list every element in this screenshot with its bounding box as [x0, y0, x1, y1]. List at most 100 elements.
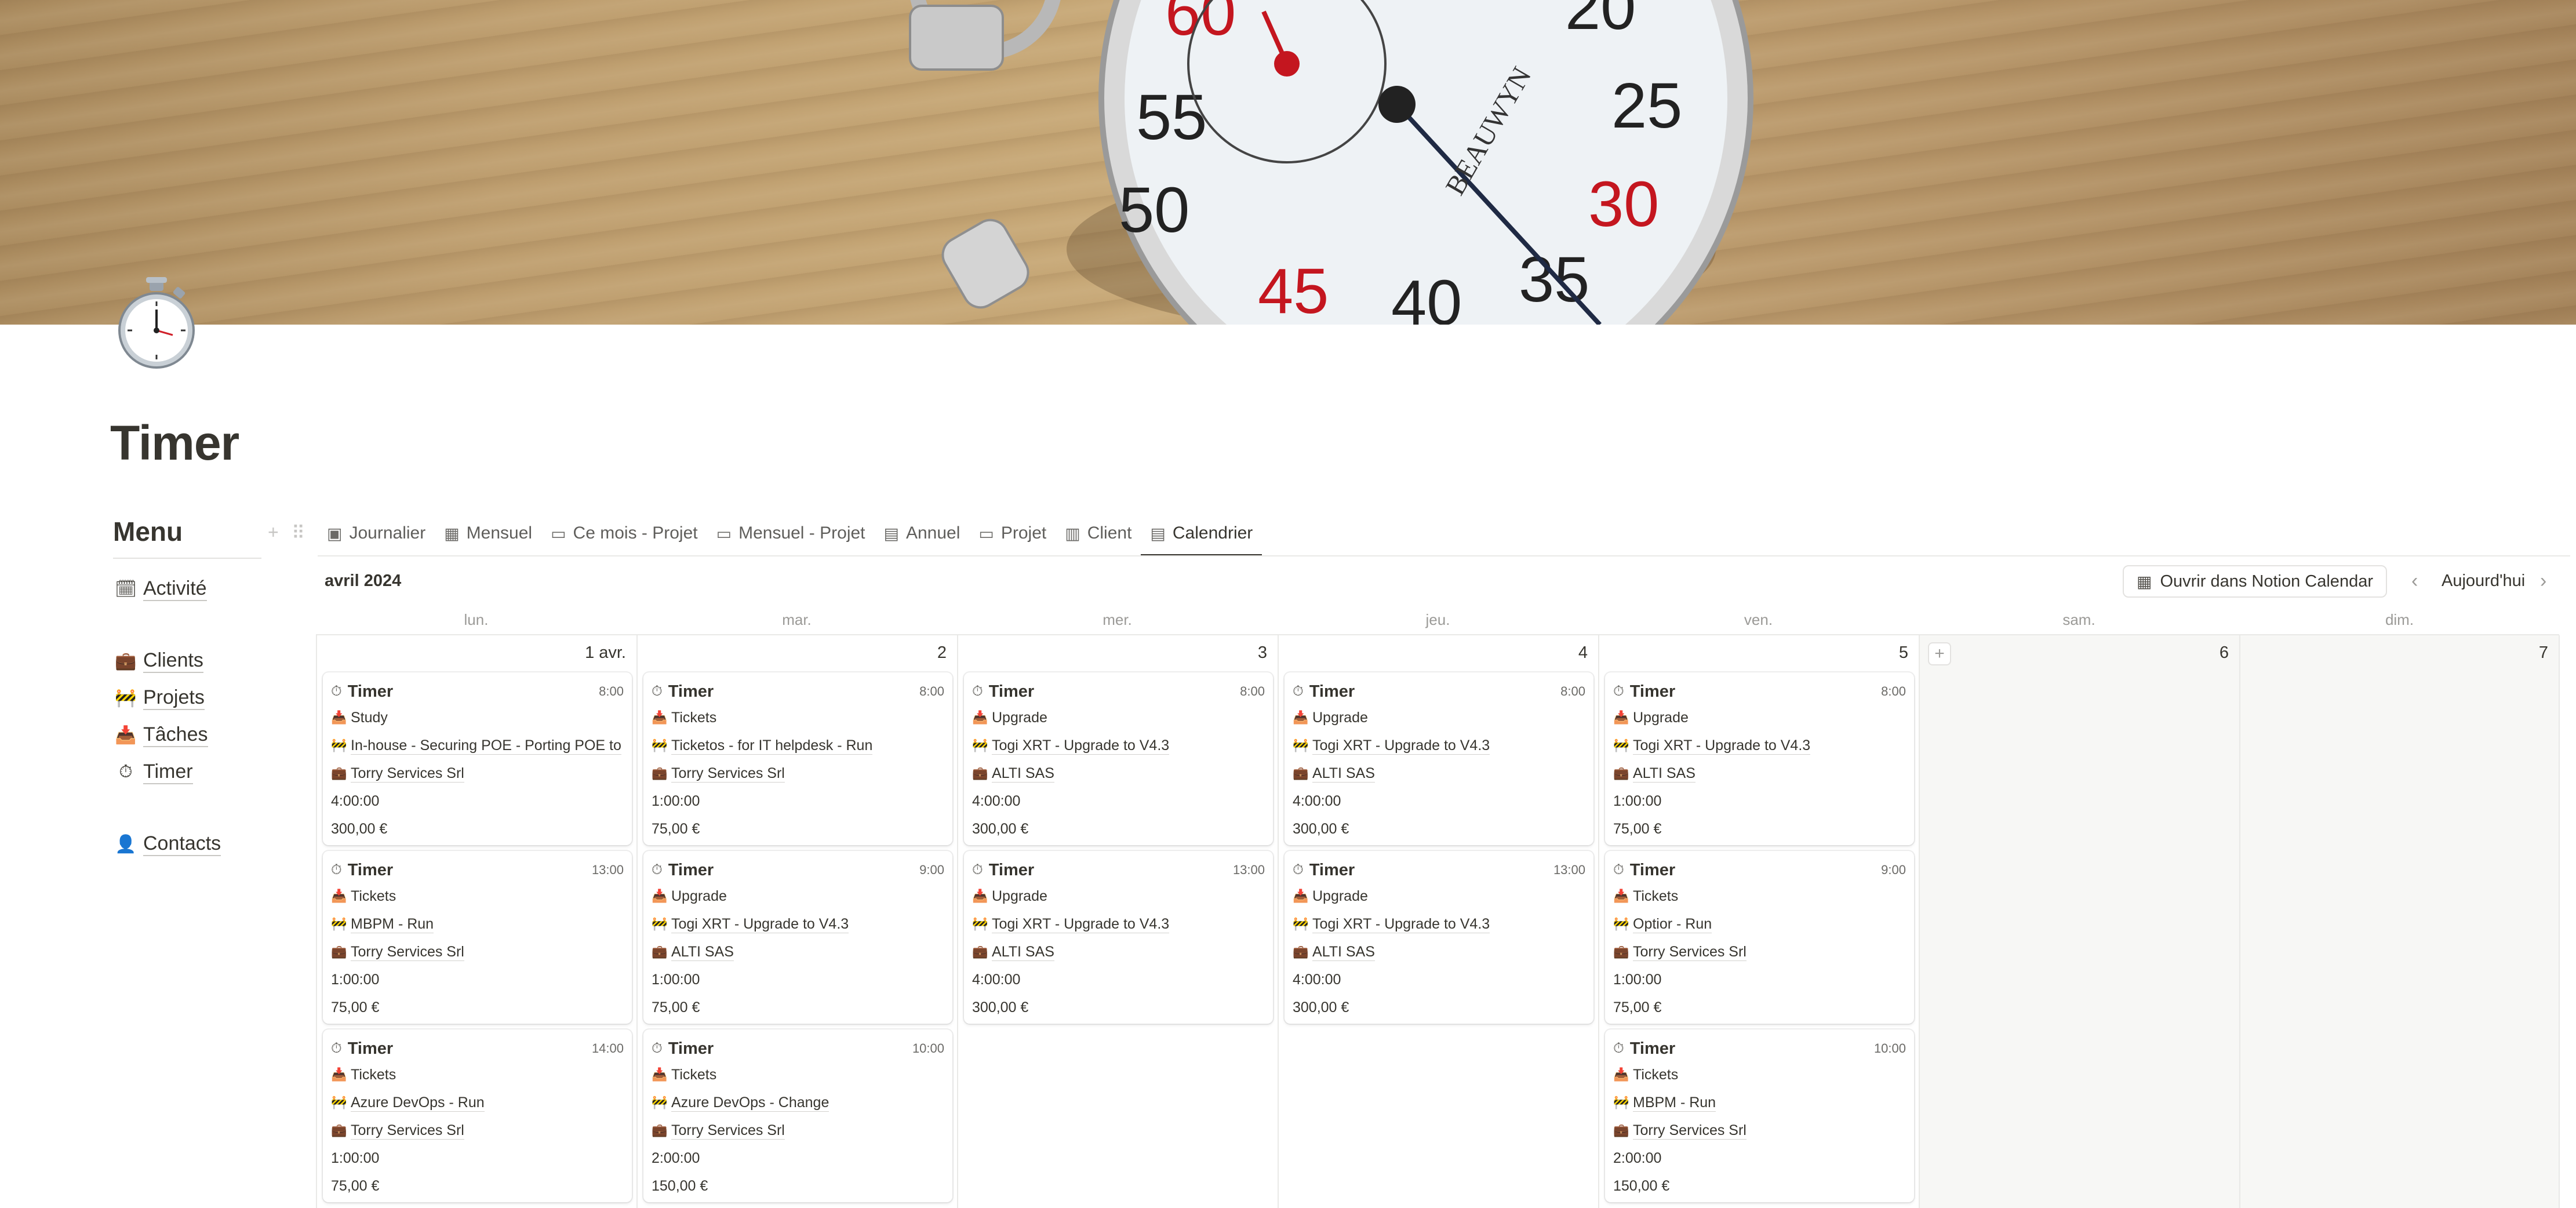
menu-item-taches[interactable]: 📥 Tâches — [113, 716, 261, 754]
day-cell[interactable]: 5 ⏱ Timer 8:00 📥 Upgrade 🚧 Togi XRT - Upgrade … — [1598, 635, 1919, 1208]
event-card[interactable]: ⏱ Timer 8:00 📥 Study 🚧 In-house - Securing POE… — [323, 672, 632, 845]
day-cell[interactable]: 4 ⏱ Timer 8:00 📥 Upgrade 🚧 Togi XRT - Upgrade … — [1278, 635, 1598, 1208]
menu-item-label[interactable]: Timer — [143, 760, 193, 784]
briefcase-icon: 💼 — [331, 1123, 347, 1137]
event-amount: 75,00 € — [652, 815, 944, 843]
today-button[interactable]: Aujourd'hui — [2442, 572, 2525, 591]
event-project[interactable]: 🚧 In-house - Securing POE - Porting POE t… — [331, 732, 624, 759]
event-client[interactable]: 💼 Torry Services Srl — [652, 759, 944, 787]
day-cell[interactable]: + 6 — [1919, 635, 2239, 1208]
event-task[interactable]: 📥 Tickets — [652, 704, 944, 732]
tab-mensuel-projet[interactable]: ▭ Mensuel - Projet — [707, 511, 875, 555]
drag-handle-icon[interactable]: ⠿ — [292, 522, 305, 544]
tab-journalier[interactable]: ▣ Journalier — [318, 511, 435, 555]
event-client[interactable]: 💼 ALTI SAS — [972, 938, 1265, 966]
event-task[interactable]: 📥 Upgrade — [972, 882, 1265, 910]
event-card[interactable]: ⏱ Timer 8:00 📥 Tickets 🚧 Ticketos - for IT hel… — [643, 672, 952, 845]
event-project[interactable]: 🚧 MBPM - Run — [1613, 1089, 1906, 1116]
event-card[interactable]: ⏱ Timer 13:00 📥 Upgrade 🚧 Togi XRT - Upgrade t… — [964, 851, 1273, 1024]
open-notion-calendar-button[interactable]: ▦ Ouvrir dans Notion Calendar — [2123, 565, 2387, 598]
event-task[interactable]: 📥 Tickets — [652, 1061, 944, 1089]
day-cell[interactable]: 7 — [2239, 635, 2560, 1208]
menu-item-contacts[interactable]: 👤 Contacts — [113, 825, 261, 863]
amount-value: 150,00 € — [1613, 1177, 1670, 1194]
event-task[interactable]: 📥 Upgrade — [1293, 704, 1585, 732]
event-task[interactable]: 📥 Upgrade — [652, 882, 944, 910]
menu-item-label[interactable]: Clients — [143, 649, 203, 673]
tab-projet[interactable]: ▭ Projet — [969, 511, 1056, 555]
event-client[interactable]: 💼 ALTI SAS — [1293, 938, 1585, 966]
menu-item-label[interactable]: Tâches — [143, 723, 208, 747]
event-project[interactable]: 🚧 Optior - Run — [1613, 910, 1906, 938]
tab-calendrier[interactable]: ▤ Calendrier — [1141, 511, 1262, 556]
tab-annuel[interactable]: ▤ Annuel — [875, 511, 970, 555]
event-card[interactable]: ⏱ Timer 14:00 📥 Tickets 🚧 Azure DevOps - Run 💼 T… — [323, 1029, 632, 1202]
event-card[interactable]: ⏱ Timer 8:00 📥 Upgrade 🚧 Togi XRT - Upgrade to… — [964, 672, 1273, 845]
event-project[interactable]: 🚧 Togi XRT - Upgrade to V4.3 — [972, 910, 1265, 938]
event-project[interactable]: 🚧 Azure DevOps - Change — [652, 1089, 944, 1116]
event-task[interactable]: 📥 Tickets — [1613, 882, 1906, 910]
event-task[interactable]: 📥 Tickets — [331, 882, 624, 910]
event-title: Timer — [347, 1039, 394, 1058]
menu-item-label[interactable]: Projets — [143, 686, 205, 710]
menu-item-projets[interactable]: 🚧 Projets — [113, 679, 261, 716]
chevron-left-icon[interactable]: ‹ — [2411, 570, 2418, 592]
tab-client[interactable]: ▥ Client — [1056, 511, 1141, 555]
event-client[interactable]: 💼 ALTI SAS — [972, 759, 1265, 787]
event-card[interactable]: ⏱ Timer 10:00 📥 Tickets 🚧 MBPM - Run 💼 Torry Ser… — [1605, 1029, 1914, 1202]
event-client[interactable]: 💼 ALTI SAS — [1613, 759, 1906, 787]
event-project[interactable]: 🚧 Ticketos - for IT helpdesk - Run — [652, 732, 944, 759]
event-client[interactable]: 💼 Torry Services Srl — [652, 1116, 944, 1144]
page-title: Timer — [110, 416, 239, 470]
menu-item-label[interactable]: Contacts — [143, 832, 221, 856]
menu-item-clients[interactable]: 💼 Clients — [113, 642, 261, 679]
event-client[interactable]: 💼 Torry Services Srl — [1613, 938, 1906, 966]
menu-item-timer[interactable]: ⏱ Timer — [113, 754, 261, 791]
event-project[interactable]: 🚧 Togi XRT - Upgrade to V4.3 — [652, 910, 944, 938]
event-task[interactable]: 📥 Upgrade — [1613, 704, 1906, 732]
event-task[interactable]: 📥 Tickets — [1613, 1061, 1906, 1089]
menu-item-label[interactable]: Activité — [143, 577, 207, 601]
event-task[interactable]: 📥 Study — [331, 704, 624, 732]
event-client[interactable]: 💼 ALTI SAS — [652, 938, 944, 966]
event-project[interactable]: 🚧 Togi XRT - Upgrade to V4.3 — [1293, 732, 1585, 759]
event-card[interactable]: ⏱ Timer 13:00 📥 Tickets 🚧 MBPM - Run 💼 Torry Ser… — [323, 851, 632, 1024]
event-amount: 75,00 € — [1613, 815, 1906, 843]
duration-value: 4:00:00 — [1293, 971, 1341, 988]
construction-icon: 🚧 — [1613, 916, 1629, 931]
event-card[interactable]: ⏱ Timer 13:00 📥 Upgrade 🚧 Togi XRT - Upgrade t… — [1285, 851, 1593, 1024]
folder-icon: ▭ — [716, 524, 732, 543]
add-block-icon[interactable]: + — [268, 522, 279, 544]
event-client[interactable]: 💼 Torry Services Srl — [331, 1116, 624, 1144]
tab-ce-mois-projet[interactable]: ▭ Ce mois - Projet — [541, 511, 707, 555]
event-task[interactable]: 📥 Tickets — [331, 1061, 624, 1089]
event-project[interactable]: 🚧 MBPM - Run — [331, 910, 624, 938]
day-cell[interactable]: 1 avr. ⏱ Timer 8:00 📥 Study 🚧 In-house - Secur… — [316, 635, 636, 1208]
event-project[interactable]: 🚧 Togi XRT - Upgrade to V4.3 — [1613, 732, 1906, 759]
event-card[interactable]: ⏱ Timer 10:00 📥 Tickets 🚧 Azure DevOps - Chang… — [643, 1029, 952, 1202]
event-card[interactable]: ⏱ Timer 9:00 📥 Tickets 🚧 Optior - Run 💼 Torry Se… — [1605, 851, 1914, 1024]
event-card[interactable]: ⏱ Timer 8:00 📥 Upgrade 🚧 Togi XRT - Upgrade to… — [1605, 672, 1914, 845]
event-card[interactable]: ⏱ Timer 9:00 📥 Upgrade 🚧 Togi XRT - Upgrade to… — [643, 851, 952, 1024]
menu-item-activite[interactable]: 🗓 Activité — [113, 570, 261, 607]
event-client[interactable]: 💼 Torry Services Srl — [331, 938, 624, 966]
event-card[interactable]: ⏱ Timer 8:00 📥 Upgrade 🚧 Togi XRT - Upgrade to… — [1285, 672, 1593, 845]
day-cell[interactable]: 2 ⏱ Timer 8:00 📥 Tickets 🚧 Ticketos - for IT h… — [636, 635, 957, 1208]
day-cell[interactable]: 3 ⏱ Timer 8:00 📥 Upgrade 🚧 Togi XRT - Upgrade … — [957, 635, 1278, 1208]
event-client[interactable]: 💼 Torry Services Srl — [331, 759, 624, 787]
event-client[interactable]: 💼 ALTI SAS — [1293, 759, 1585, 787]
chevron-right-icon[interactable]: › — [2540, 570, 2546, 592]
stopwatch-icon: ⏱ — [972, 683, 983, 699]
duration-value: 4:00:00 — [972, 971, 1021, 988]
event-project[interactable]: 🚧 Togi XRT - Upgrade to V4.3 — [972, 732, 1265, 759]
page-icon[interactable] — [114, 277, 199, 370]
add-event-icon[interactable]: + — [1928, 642, 1951, 665]
event-task[interactable]: 📥 Upgrade — [1293, 882, 1585, 910]
event-task[interactable]: 📥 Upgrade — [972, 704, 1265, 732]
event-project[interactable]: 🚧 Togi XRT - Upgrade to V4.3 — [1293, 910, 1585, 938]
event-client[interactable]: 💼 Torry Services Srl — [1613, 1116, 1906, 1144]
tab-label: Journalier — [349, 523, 426, 543]
tab-mensuel[interactable]: ▦ Mensuel — [435, 511, 541, 555]
project-label: Azure DevOps - Change — [671, 1094, 829, 1112]
event-project[interactable]: 🚧 Azure DevOps - Run — [331, 1089, 624, 1116]
